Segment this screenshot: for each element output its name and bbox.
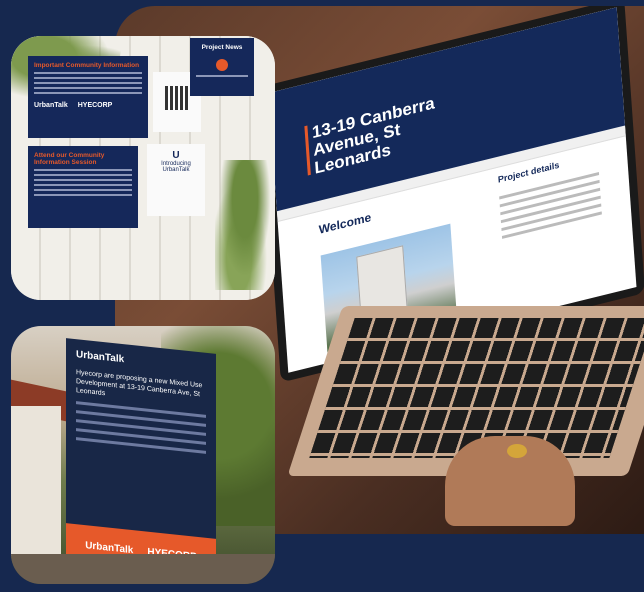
house <box>11 406 61 556</box>
orange-dot-icon <box>216 59 228 71</box>
website-title: 13-19 Canberra Avenue, St Leonards <box>311 93 436 178</box>
street-sign-photo: UrbanTalk Hyecorp are proposing a new Mi… <box>11 326 275 584</box>
urbantalk-logo: UrbanTalk <box>34 102 68 109</box>
project-news-card: Project News <box>190 38 254 96</box>
qr-code-icon <box>165 86 189 110</box>
info-card-logos: UrbanTalk HYECORP <box>34 102 142 109</box>
stone-wall <box>11 554 275 584</box>
keys-rows <box>309 318 644 458</box>
accent-bar <box>304 125 311 176</box>
ring <box>507 444 527 458</box>
plant-leaves-right <box>215 160 275 290</box>
intro-card: U Introducing UrbanTalk <box>147 144 205 216</box>
session-card: Attend our Community Information Session <box>28 146 138 228</box>
printed-materials-photo: Important Community Information UrbanTal… <box>11 36 275 300</box>
website-welcome: Welcome <box>318 210 372 237</box>
info-card-title: Important Community Information <box>34 62 140 69</box>
info-card: Important Community Information UrbanTal… <box>28 56 148 138</box>
intro-label: Introducing UrbanTalk <box>161 161 191 173</box>
hyecorp-logo: HYECORP <box>77 102 113 109</box>
urbantalk-u-icon: U <box>172 150 180 161</box>
project-news-label: Project News <box>201 44 243 51</box>
session-card-title: Attend our Community Information Session <box>34 152 105 166</box>
